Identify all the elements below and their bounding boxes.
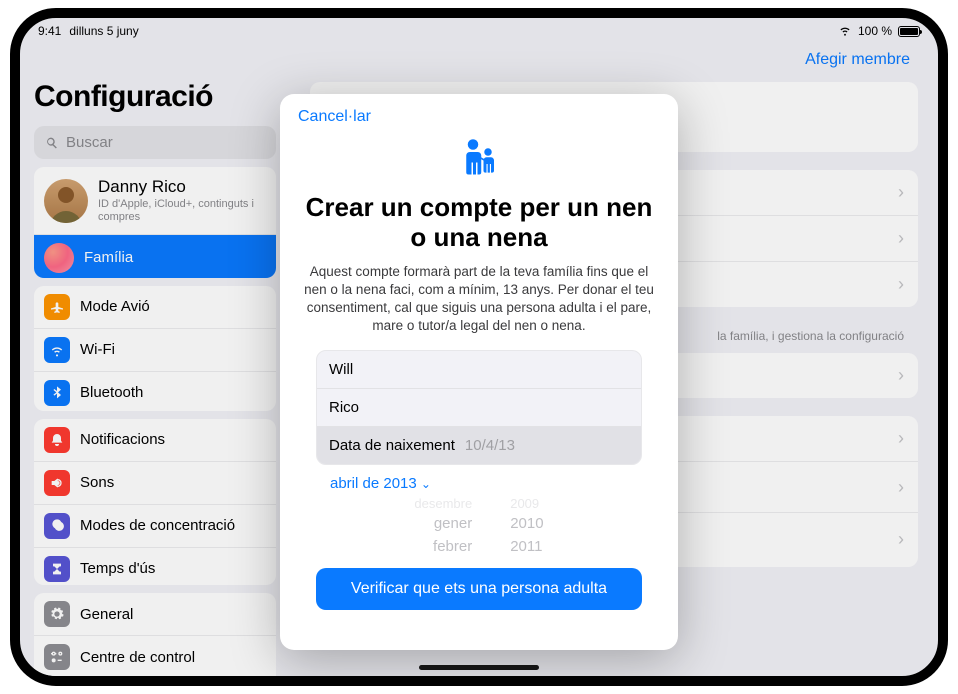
status-time: 9:41 xyxy=(38,24,61,38)
status-date: dilluns 5 juny xyxy=(69,24,138,38)
sidebar-item[interactable]: Centre de control xyxy=(34,635,276,676)
date-picker-wheel[interactable]: desembre gener febrer 2009 2010 2011 xyxy=(298,494,660,559)
wheel-year: 2009 xyxy=(510,494,539,514)
wheel-month: desembre xyxy=(414,494,472,514)
sidebar-item-label: Notificacions xyxy=(80,431,266,448)
sidebar-item-label: Bluetooth xyxy=(80,384,266,401)
month-year-label: abril de 2013 xyxy=(330,475,417,492)
add-member-button[interactable]: Afegir membre xyxy=(805,51,910,69)
chevron-right-icon: › xyxy=(898,365,904,386)
settings-sidebar: Configuració Buscar Danny Rico ID d'Appl… xyxy=(20,76,290,676)
settings-icon xyxy=(44,380,70,406)
wifi-icon xyxy=(838,23,852,40)
sidebar-item[interactable]: Temps d'ús xyxy=(34,547,276,586)
sidebar-item[interactable]: General xyxy=(34,593,276,635)
sheet-title: Crear un compte per un nen o una nena xyxy=(298,193,660,253)
sidebar-item-label: Centre de control xyxy=(80,649,266,666)
avatar xyxy=(44,179,88,223)
chevron-right-icon: › xyxy=(898,428,904,449)
sidebar-item-label: Temps d'ús xyxy=(80,560,266,577)
chevron-right-icon: › xyxy=(898,274,904,295)
sidebar-item[interactable]: Sons xyxy=(34,461,276,504)
search-icon xyxy=(44,135,60,151)
sidebar-item[interactable]: Notificacions xyxy=(34,419,276,461)
sidebar-item[interactable]: Wi-Fi xyxy=(34,328,276,371)
settings-icon xyxy=(44,337,70,363)
sidebar-item[interactable]: Mode Avió xyxy=(34,286,276,328)
birthdate-label: Data de naixement xyxy=(329,437,455,454)
wheel-year: 2011 xyxy=(510,536,542,559)
birthdate-value: 10/4/13 xyxy=(465,437,515,454)
settings-icon xyxy=(44,601,70,627)
chevron-down-icon: ⌄ xyxy=(421,477,431,491)
last-name-field[interactable]: Rico xyxy=(317,388,641,426)
sheet-description: Aquest compte formarà part de la teva fa… xyxy=(302,263,656,336)
verify-adult-button[interactable]: Verificar que ets una persona adulta xyxy=(316,568,642,610)
family-icon xyxy=(44,243,74,273)
cancel-button[interactable]: Cancel·lar xyxy=(298,108,371,126)
profile-subtitle: ID d'Apple, iCloud+, continguts i compre… xyxy=(98,198,266,224)
home-indicator[interactable] xyxy=(419,665,539,670)
sidebar-item-label: Mode Avió xyxy=(80,298,266,315)
settings-icon xyxy=(44,294,70,320)
battery-percent: 100 % xyxy=(858,24,892,38)
chevron-right-icon: › xyxy=(898,182,904,203)
month-year-toggle[interactable]: abril de 2013 ⌄ xyxy=(298,465,660,494)
settings-icon xyxy=(44,513,70,539)
sidebar-item[interactable]: Bluetooth xyxy=(34,371,276,411)
wheel-month: gener xyxy=(434,513,472,536)
sidebar-item-label: General xyxy=(80,606,266,623)
sidebar-profile[interactable]: Danny Rico ID d'Apple, iCloud+, contingu… xyxy=(34,167,276,234)
profile-name: Danny Rico xyxy=(98,177,266,197)
chevron-right-icon: › xyxy=(898,228,904,249)
sidebar-item-label: Modes de concentració xyxy=(80,517,266,534)
sidebar-item-label: Família xyxy=(84,249,266,266)
battery-icon xyxy=(898,26,920,37)
settings-icon xyxy=(44,427,70,453)
first-name-field[interactable]: Will xyxy=(317,351,641,388)
page-title: Configuració xyxy=(34,80,276,114)
sidebar-item-label: Wi-Fi xyxy=(80,341,266,358)
chevron-right-icon: › xyxy=(898,477,904,498)
create-child-account-sheet: Cancel·lar Crear un compte per un nen o … xyxy=(280,94,678,650)
status-bar: 9:41 dilluns 5 juny 100 % xyxy=(20,18,938,44)
wheel-year: 2010 xyxy=(510,513,543,536)
settings-icon xyxy=(44,556,70,582)
sidebar-item[interactable]: Modes de concentració xyxy=(34,504,276,547)
settings-icon xyxy=(44,470,70,496)
search-placeholder: Buscar xyxy=(66,134,113,151)
sidebar-item-family[interactable]: Família xyxy=(34,234,276,278)
search-input[interactable]: Buscar xyxy=(34,126,276,159)
family-icon xyxy=(455,134,503,187)
settings-icon xyxy=(44,644,70,670)
chevron-right-icon: › xyxy=(898,529,904,550)
wheel-month: febrer xyxy=(433,536,472,559)
sidebar-item-label: Sons xyxy=(80,474,266,491)
birthdate-field[interactable]: Data de naixement 10/4/13 xyxy=(317,426,641,464)
